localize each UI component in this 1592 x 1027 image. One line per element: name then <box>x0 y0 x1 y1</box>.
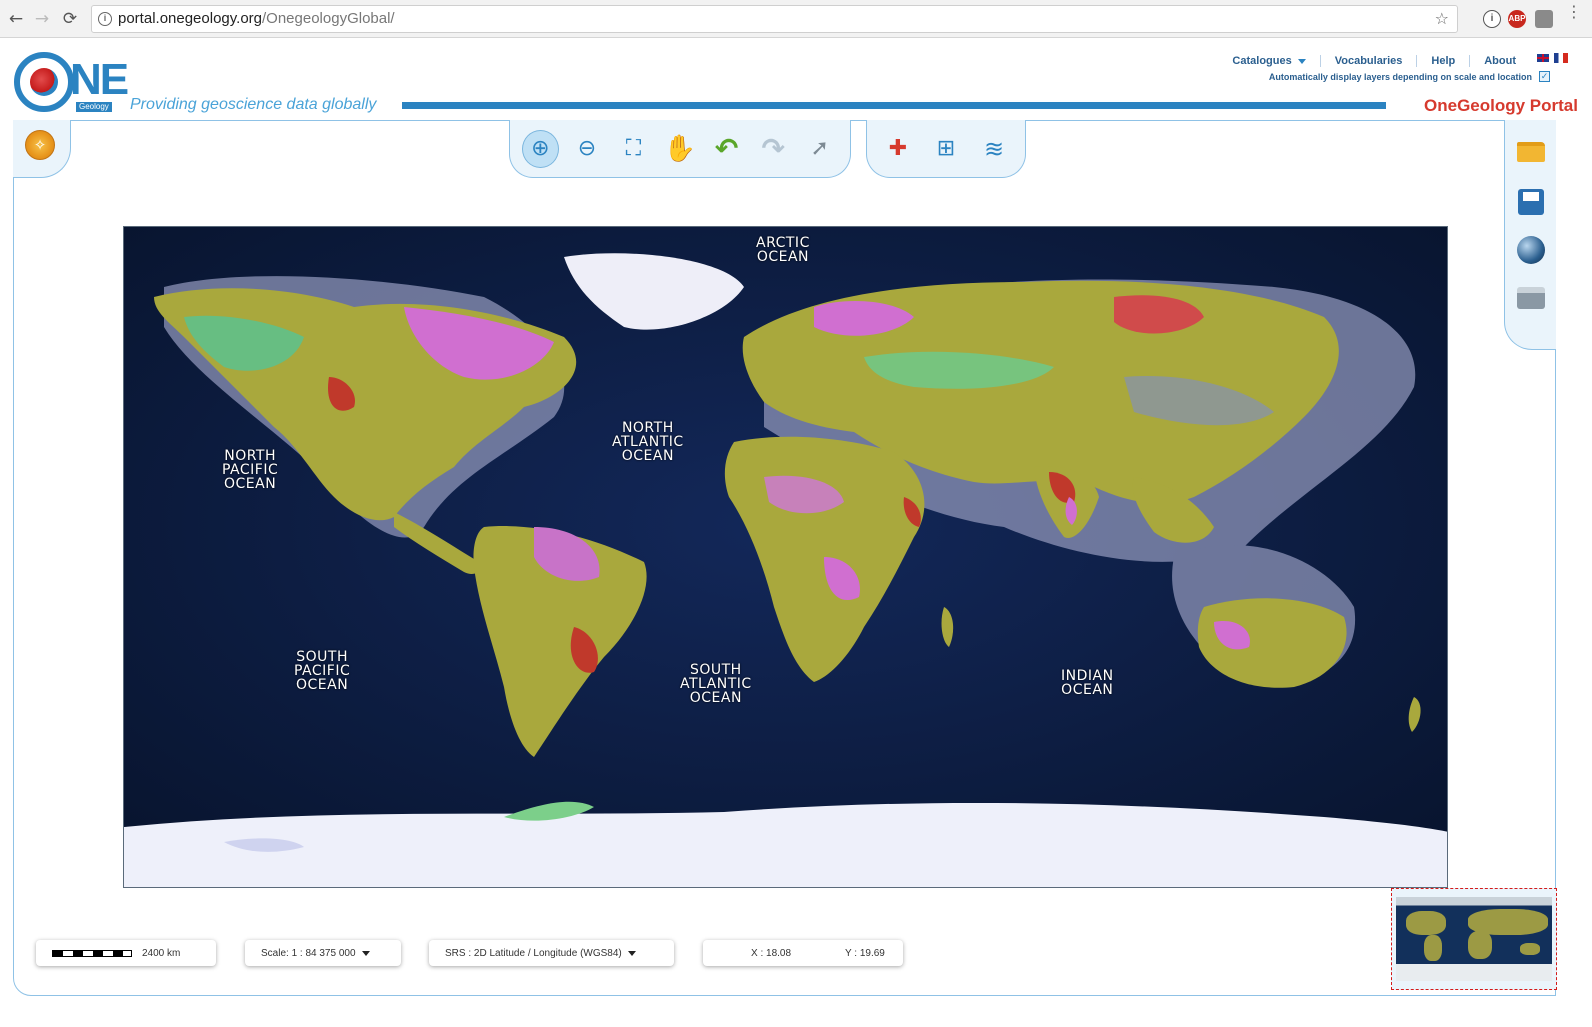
address-bar[interactable]: i portal.onegeology.org/OnegeologyGlobal… <box>91 5 1458 33</box>
zoom-extent-icon: ⛶ <box>625 136 642 161</box>
menu-catalogues[interactable]: Catalogues <box>1218 55 1321 67</box>
undo-icon: ↶ <box>714 132 739 165</box>
coordinates-display: X : 18.08 Y : 19.69 <box>703 940 903 966</box>
auto-display-checkbox[interactable]: ✓ <box>1539 71 1550 82</box>
browser-toolbar: ← → ⟳ i portal.onegeology.org/Onegeology… <box>0 0 1592 38</box>
bookmark-star-icon[interactable]: ☆ <box>1435 6 1449 32</box>
menu-about[interactable]: About <box>1470 55 1530 67</box>
auto-display-label: Automatically display layers depending o… <box>1268 72 1532 82</box>
pan-button[interactable]: ✋ <box>662 130 699 168</box>
url-path: /OnegeologyGlobal/ <box>262 10 395 27</box>
label-south-atlantic: SOUTH ATLANTIC OCEAN <box>680 662 752 706</box>
scale-bar: 2400 km <box>36 940 216 966</box>
zoom-in-icon: ⊕ <box>531 136 550 161</box>
onegeology-logo-icon[interactable] <box>14 52 74 112</box>
portal-title: OneGeology Portal <box>1424 96 1578 115</box>
layers-icon: ≋ <box>983 134 1005 163</box>
overview-land <box>1424 935 1442 961</box>
flag-fr-icon[interactable] <box>1554 53 1568 63</box>
menu-help[interactable]: Help <box>1417 55 1471 67</box>
world-geology-map[interactable]: ARCTIC OCEAN NORTH PACIFIC OCEAN NORTH A… <box>123 226 1448 888</box>
redo-button[interactable]: ↷ <box>755 130 792 168</box>
back-icon[interactable]: ← <box>4 7 28 31</box>
chevron-down-icon <box>361 950 370 956</box>
add-onegeology-layer-icon: ✚ <box>888 136 908 161</box>
site-info-icon[interactable]: i <box>98 12 112 26</box>
label-south-pacific: SOUTH PACIFIC OCEAN <box>294 649 351 693</box>
layer-toolbar: ✚ ⊞ ≋ <box>866 120 1026 178</box>
navigation-toolbar: ⊕ ⊖ ⛶ ✋ ↶ ↷ ➚ <box>509 120 851 178</box>
add-onegeology-layer-button[interactable]: ✚ <box>879 130 917 168</box>
zoom-in-button[interactable]: ⊕ <box>522 129 559 168</box>
logo-globe-icon <box>30 68 58 96</box>
pointer-info-icon: ➚ <box>810 136 829 161</box>
open-folder-button[interactable] <box>1515 136 1547 168</box>
tagline: Providing geoscience data globally <box>130 96 377 113</box>
overview-land <box>1406 911 1446 935</box>
antarctica <box>124 802 1447 887</box>
zoom-out-icon: ⊖ <box>577 136 597 161</box>
right-tool-panel <box>1504 120 1556 350</box>
label-arctic-ocean: ARCTIC OCEAN <box>756 235 810 265</box>
google-earth-button[interactable] <box>1515 234 1547 266</box>
x-coordinate: X : 18.08 <box>751 947 792 959</box>
add-wms-layer-icon: ⊞ <box>936 136 956 161</box>
save-icon <box>1518 189 1544 215</box>
layers-button[interactable]: ≋ <box>975 130 1013 168</box>
label-north-atlantic: NORTH ATLANTIC OCEAN <box>612 420 684 464</box>
overview-map[interactable] <box>1391 888 1557 990</box>
forward-icon[interactable]: → <box>30 7 54 31</box>
url-host: portal.onegeology.org <box>118 10 262 27</box>
srs-value: SRS : 2D Latitude / Longitude (WGS84) <box>445 947 622 959</box>
logo-text: NE <box>70 55 129 104</box>
scale-value: Scale: 1 : 84 375 000 <box>261 947 356 959</box>
menu-vocabularies[interactable]: Vocabularies <box>1321 55 1418 67</box>
overview-map-image[interactable] <box>1396 897 1552 981</box>
chevron-down-icon <box>1297 58 1306 64</box>
flag-uk-icon[interactable] <box>1536 53 1550 63</box>
add-wms-layer-button[interactable]: ⊞ <box>927 130 965 168</box>
top-menu: Catalogues Vocabularies Help About <box>1218 53 1530 69</box>
zoom-extent-button[interactable]: ⛶ <box>615 130 652 168</box>
browser-menu-icon[interactable]: ⋮ <box>1566 4 1582 20</box>
scale-bar-graphic <box>52 949 132 957</box>
srs-dropdown[interactable]: SRS : 2D Latitude / Longitude (WGS84) <box>429 940 674 966</box>
extension-info-icon[interactable]: i <box>1483 10 1501 28</box>
print-button[interactable] <box>1515 282 1547 314</box>
save-button[interactable] <box>1515 186 1547 218</box>
label-indian-ocean: INDIAN OCEAN <box>1061 668 1114 698</box>
logo-subtext: Geology <box>76 102 112 112</box>
reload-icon[interactable]: ⟳ <box>58 7 82 31</box>
overview-land <box>1468 931 1492 959</box>
label-north-pacific: NORTH PACIFIC OCEAN <box>222 448 279 492</box>
overview-land <box>1520 943 1540 955</box>
redo-icon: ↷ <box>761 132 785 165</box>
map-canvas[interactable] <box>124 227 1448 888</box>
zoom-out-button[interactable]: ⊖ <box>569 130 606 168</box>
printer-icon <box>1517 287 1545 309</box>
scale-distance: 2400 km <box>142 947 181 959</box>
folder-icon <box>1517 142 1545 162</box>
undo-button[interactable]: ↶ <box>708 130 745 168</box>
adblock-icon[interactable]: ABP <box>1508 10 1526 28</box>
menu-catalogues-label: Catalogues <box>1232 55 1292 67</box>
scale-dropdown[interactable]: Scale: 1 : 84 375 000 <box>245 940 401 966</box>
globe-icon <box>1517 236 1545 264</box>
extension-icon[interactable] <box>1535 10 1553 28</box>
feature-info-button[interactable]: ➚ <box>801 130 838 168</box>
compass-icon[interactable]: ✧ <box>25 130 55 160</box>
chevron-down-icon <box>627 950 636 956</box>
y-coordinate: Y : 19.69 <box>845 947 885 959</box>
header-divider <box>402 102 1386 109</box>
hand-icon: ✋ <box>663 133 697 164</box>
